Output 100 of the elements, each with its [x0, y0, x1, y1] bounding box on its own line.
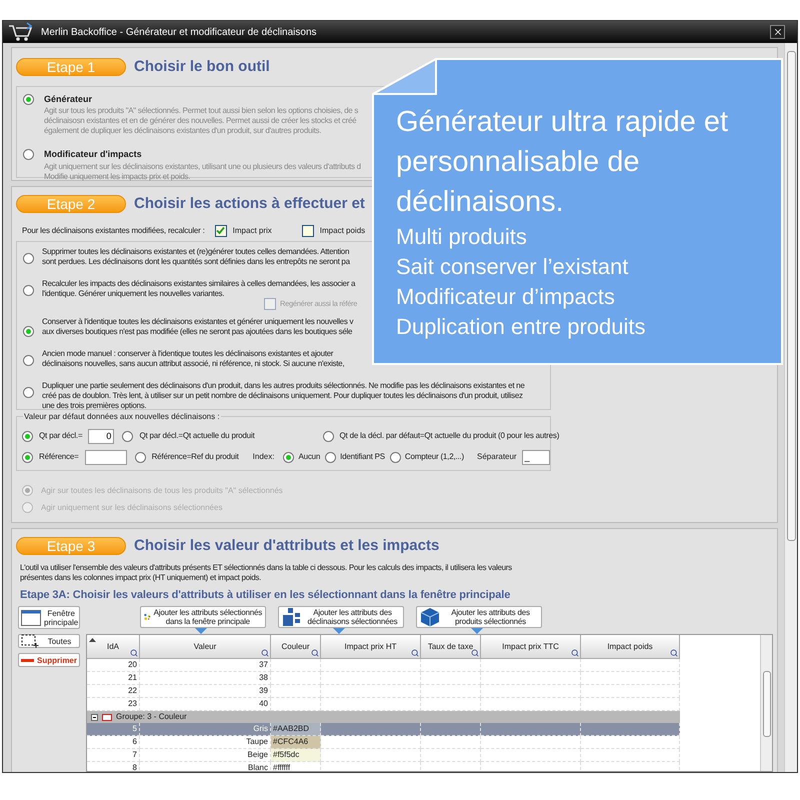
radio-button[interactable]	[322, 430, 334, 442]
checkbox-label: Impact poids	[320, 224, 366, 236]
feature-text: Modificateur d’impacts	[396, 283, 616, 311]
table-row[interactable]: 6 Taupe #CFC4A6	[87, 736, 680, 749]
table-scrollbar[interactable]	[760, 635, 772, 771]
separator-label: Séparateur	[477, 451, 517, 463]
pointer-icon	[333, 628, 345, 634]
expander-icon[interactable]	[91, 714, 98, 720]
filter-icon[interactable]	[471, 649, 479, 657]
step-badge: Etape 3	[16, 537, 126, 556]
scroll-thumb[interactable]	[786, 51, 796, 541]
step-badge: Etape 2	[16, 195, 126, 214]
table-row[interactable]: 20 37	[87, 659, 680, 672]
add-attributes-button[interactable]: Ajouter les attributs des produits sélectionnés	[416, 606, 542, 628]
filter-icon[interactable]	[670, 649, 678, 657]
mode-description: Recalculer les impacts des déclinaisons existantes similaires à celles demandées, les associer a l'identique. Générer uniquement les nouvelles variantes.	[42, 278, 356, 298]
option-label: Agir uniquement sur les déclinaisons sélectionnées	[41, 502, 222, 514]
option-label: Identifiant PS	[340, 451, 385, 463]
quantity-field[interactable]: 0	[88, 428, 114, 444]
option-label: Qt par décl.=Qt actuelle du produit	[139, 430, 255, 442]
pointer-icon	[471, 628, 483, 634]
step-description: L'outil va utiliser l'ensemble des valeurs d'attributs présents ET sélectionnés dans la table ci dessous. Pour les calculs des impacts, il utilisera les valeurs présentes dans les colonnes impact prix (HT uniquement) et impact poids.	[20, 562, 512, 582]
add-attributes-button[interactable]: Ajouter les attributs sélectionnés dans la fenêtre principale	[140, 606, 266, 628]
radio-button[interactable]	[23, 386, 34, 398]
radio-button[interactable]	[22, 430, 33, 442]
color-cell: #ffffff	[271, 762, 321, 771]
column-header[interactable]: Valeur	[140, 635, 271, 659]
cube-icon	[420, 607, 440, 627]
option-label: Référence=	[39, 451, 79, 463]
radio-button[interactable]	[325, 452, 336, 462]
window-title: Merlin Backoffice - Générateur et modificateur de déclinaisons	[41, 26, 318, 40]
checkbox-label: Impact prix	[232, 224, 272, 236]
step-title: Choisir les actions à effectuer et	[134, 194, 365, 214]
table-row[interactable]: 21 38	[87, 672, 680, 685]
minus-icon	[21, 658, 34, 662]
color-cell: #AAB2BD	[271, 723, 321, 736]
side-button[interactable]: Toutes	[18, 634, 80, 648]
checkbox[interactable]	[214, 224, 227, 236]
column-header[interactable]: IdA	[87, 635, 140, 659]
color-cell: #CFC4A6	[271, 736, 321, 749]
table-row[interactable]: 7 Beige #f5f5dc	[87, 749, 680, 762]
tool-label: Modificateur d'impacts	[44, 148, 142, 161]
window-icon	[21, 610, 41, 626]
group-label: Groupe: 3 - Couleur	[116, 711, 187, 723]
group-legend: Valeur par défaut données aux nouvelles déclinaisons :	[23, 410, 221, 422]
column-header[interactable]: Impact prix HT	[321, 635, 421, 659]
feature-text: Sait conserver l’existant	[396, 253, 630, 281]
filter-icon[interactable]	[130, 649, 138, 657]
group-row[interactable]: Groupe: 3 - Couleur	[87, 711, 680, 723]
radio-button[interactable]	[22, 452, 33, 462]
checkbox[interactable]	[302, 224, 314, 236]
callout-headline: Générateur ultra rapide et personnalisable de déclinaisons.	[396, 105, 728, 220]
step-title: Choisir les valeur d'attributs et les impacts	[134, 536, 440, 556]
radio-button[interactable]	[23, 94, 34, 105]
color-cell: #f5f5dc	[271, 749, 321, 762]
radio-button[interactable]	[122, 430, 134, 442]
checkbox[interactable]	[264, 298, 276, 310]
option-label: Référence=Ref du produit	[152, 451, 239, 463]
column-header[interactable]: Couleur	[271, 635, 321, 659]
index-label: Index:	[252, 451, 274, 463]
column-header[interactable]: Impact poids	[581, 635, 680, 659]
column-header[interactable]: Impact prix TTC	[481, 635, 581, 659]
close-button[interactable]	[770, 25, 785, 39]
radio-button[interactable]	[283, 452, 294, 462]
feature-text: Duplication entre produits	[396, 313, 646, 341]
table-row[interactable]: 22 39	[87, 685, 680, 698]
blocks-icon	[282, 607, 302, 627]
radio-button[interactable]	[23, 284, 34, 296]
mode-description: Ancien mode manuel : conserver à l'identique toutes les déclinaisons existantes et ajouter déclinaisons nouvelles, sans aucun attribut associé, ni référence, ni stock. Si aucune n'existe,	[42, 348, 344, 368]
filter-icon[interactable]	[311, 649, 319, 657]
side-button[interactable]: Fenêtre principale	[18, 606, 80, 629]
scroll-thumb[interactable]	[762, 671, 770, 737]
feature-text: Multi produits	[396, 223, 528, 251]
column-header[interactable]: Taux de taxe	[421, 635, 481, 659]
table-row[interactable]: 5 Gris #AAB2BD	[87, 723, 680, 736]
tool-label: Générateur	[44, 92, 92, 106]
filter-icon[interactable]	[261, 649, 269, 657]
option-label: Qt par décl.=	[39, 430, 82, 442]
option-label: Compteur (1,2,...)	[404, 451, 464, 463]
recalc-label: Pour les déclinaisons existantes modifiées, recalculer :	[22, 224, 205, 236]
table-cell: 8	[87, 762, 140, 771]
option-label: Agir sur toutes les déclinaisons de tous les produits "A" sélectionnés	[41, 484, 283, 496]
reference-field[interactable]	[84, 450, 127, 464]
radio-button[interactable]	[23, 252, 34, 264]
step-badge: Etape 1	[16, 58, 126, 76]
radio-button[interactable]	[23, 354, 34, 366]
radio-button[interactable]	[390, 452, 401, 462]
window-scrollbar[interactable]	[784, 43, 797, 772]
delete-button[interactable]: Supprimer	[18, 653, 80, 667]
pointer-icon	[195, 628, 207, 634]
radio-button[interactable]	[23, 326, 34, 336]
mode-description: Dupliquer une partie seulement des déclinaisons d'un produit, dans les autres produits sélectionnés. Ne modifie pas les déclinaisons existantes et ne créé pas de doublon. Très lent, à utiliser sur un petit nombre de déclinaisons uniquement. Pour dupliquer toutes les déclinaisons d'un produit, utilisez une des trois premières options.	[42, 380, 524, 410]
table-row[interactable]: 23 40	[87, 698, 680, 711]
tool-description: Agit sur tous les produits "A" sélectionnés. Permet tout aussi bien selon les options choisies, de s déclinaisosn existantes et en de générer des nouvelles. Permet aussi de créer les stocks et créé également de dupliquer les déclinaisons existantes d'un produit, sur d'autres produits.	[44, 106, 358, 136]
radio-button[interactable]	[134, 452, 146, 462]
radio-button[interactable]	[23, 149, 34, 160]
filter-icon[interactable]	[571, 649, 579, 657]
add-attributes-button[interactable]: Ajouter les attributs des déclinaisons sélectionnées	[278, 606, 404, 628]
separator-field[interactable]: _	[522, 450, 550, 464]
filter-icon[interactable]	[411, 649, 419, 657]
